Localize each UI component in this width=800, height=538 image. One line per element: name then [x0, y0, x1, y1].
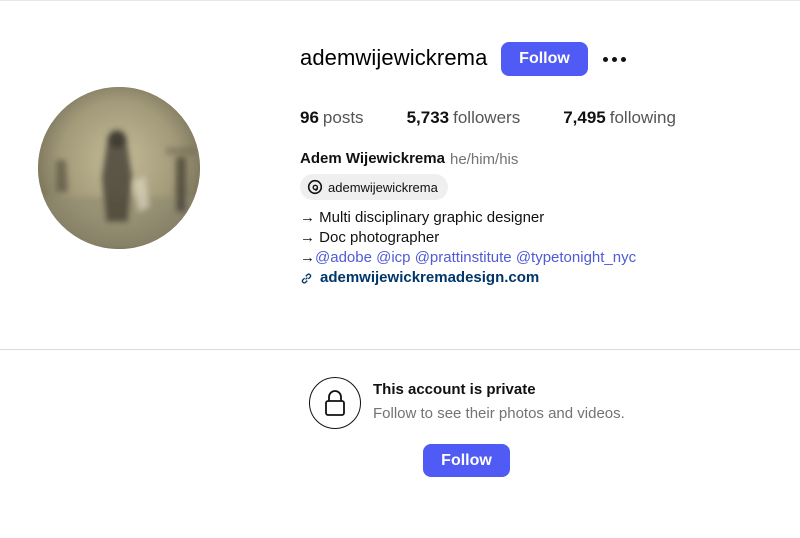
dot [611, 56, 617, 62]
threads-icon [306, 178, 324, 196]
profile-bio: → Multi disciplinary graphic designer → … [300, 208, 636, 288]
profile-username: ademwijewickrema [300, 45, 488, 70]
profile-stats: 96 posts 5,733 followers 7,495 following [300, 108, 719, 128]
stat-label: following [609, 108, 676, 127]
dot [620, 56, 626, 62]
profile-avatar[interactable] [38, 87, 200, 249]
threads-handle: ademwijewickrema [328, 179, 438, 195]
follow-button[interactable]: Follow [501, 42, 588, 76]
profile-pronouns: he/him/his [450, 151, 519, 168]
stat-count: 7,495 [563, 108, 606, 127]
mention-link[interactable]: @typetonight_nyc [516, 249, 636, 266]
top-border [0, 0, 800, 1]
threads-badge[interactable]: ademwijewickrema [300, 174, 448, 200]
bio-line: → Doc photographer [300, 229, 440, 246]
stat-posts: 96 posts [300, 108, 364, 128]
more-options-icon[interactable] [599, 47, 629, 71]
stat-label: posts [322, 108, 364, 127]
mention-link[interactable]: @prattinstitute [415, 249, 512, 266]
section-divider [0, 349, 800, 350]
private-account-subtitle: Follow to see their photos and videos. [373, 405, 625, 422]
bio-arrow: → [300, 249, 315, 266]
avatar-photo [38, 87, 200, 249]
stat-followers[interactable]: 5,733 followers [407, 108, 521, 128]
stat-following[interactable]: 7,495 following [563, 108, 676, 128]
stat-count: 5,733 [406, 108, 450, 127]
follow-button-private[interactable]: Follow [423, 444, 510, 477]
stat-count: 96 [300, 108, 319, 127]
website-row: ademwijewickremadesign.com [300, 268, 636, 288]
dot [602, 56, 608, 62]
bio-mentions-line: →@adobe @icp @prattinstitute @typetonigh… [300, 248, 636, 268]
website-link[interactable]: ademwijewickremadesign.com [320, 268, 539, 288]
stat-label: followers [453, 108, 521, 127]
mention-link[interactable]: @icp [376, 249, 410, 266]
mention-link[interactable]: @adobe [315, 249, 372, 266]
lock-icon [309, 377, 361, 429]
link-icon [300, 271, 314, 285]
profile-full-name: Adem Wijewickrema [300, 150, 445, 167]
bio-line: → Multi disciplinary graphic designer [300, 209, 545, 226]
private-account-title: This account is private [373, 381, 536, 398]
